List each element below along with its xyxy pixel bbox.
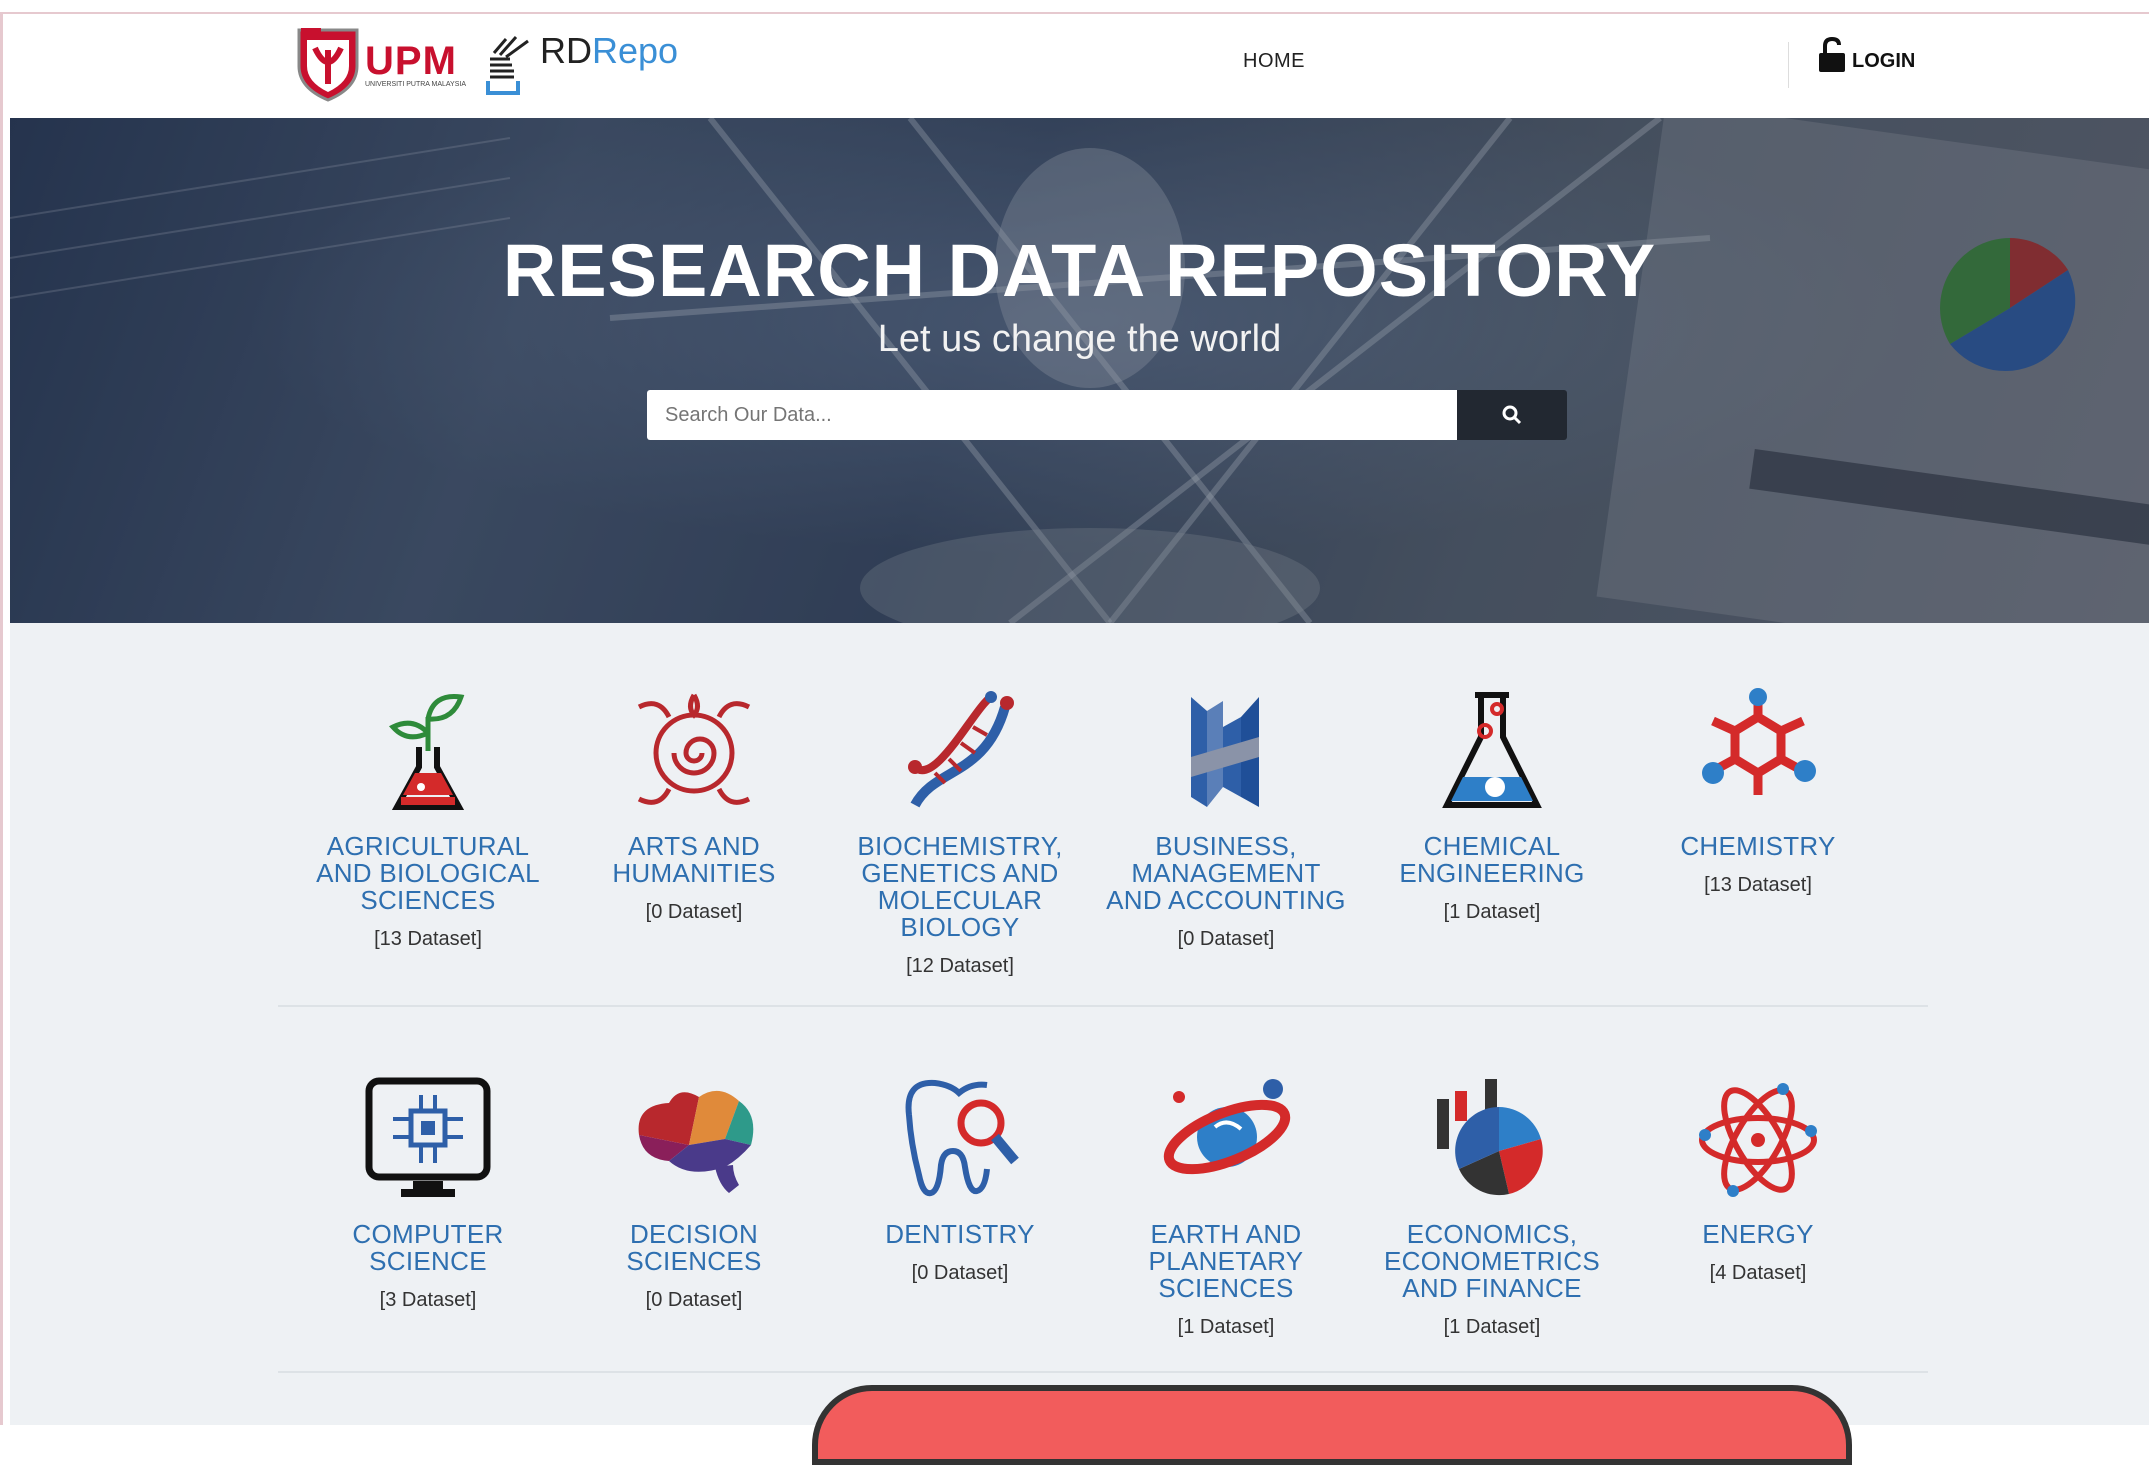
brain-icon <box>638 1090 754 1193</box>
dataset-count: [13 Dataset] <box>374 928 482 950</box>
nav-home-link[interactable]: HOME <box>1243 50 1305 73</box>
category-name-line: MOLECULAR <box>877 885 1043 915</box>
category-name-line: ENGINEERING <box>1399 858 1585 888</box>
tooth-icon <box>905 1079 1019 1197</box>
hero-title: RESEARCH DATA REPOSITORY <box>502 229 1657 312</box>
category-name-line: SCIENCES <box>360 885 496 915</box>
search-icon <box>1502 405 1522 425</box>
dataset-count: [12 Dataset] <box>906 955 1014 977</box>
search-bar <box>647 390 1567 440</box>
dataset-count: [1 Dataset] <box>1443 901 1541 923</box>
pie-bars-icon <box>1437 1079 1543 1196</box>
category-name-line: COMPUTER <box>352 1219 504 1249</box>
business-blocks-icon <box>1191 697 1259 807</box>
search-input[interactable] <box>647 390 1457 440</box>
category-decision-sciences[interactable]: DECISION SCIENCES [0 Dataset] <box>564 1075 824 1312</box>
category-chemistry[interactable]: CHEMISTRY [13 Dataset] <box>1628 687 1888 897</box>
category-name-line: CHEMISTRY <box>1680 831 1836 861</box>
nav-divider <box>1788 42 1789 88</box>
category-name-line: GENETICS AND <box>861 858 1059 888</box>
category-name-line: BIOCHEMISTRY, <box>857 831 1063 861</box>
hero-banner: RESEARCH DATA REPOSITORY Let us change t… <box>10 118 2149 623</box>
dataset-count: [1 Dataset] <box>1177 1316 1275 1338</box>
category-name-line: ECONOMICS, <box>1406 1219 1578 1249</box>
upm-wordmark: UPM <box>365 38 457 83</box>
rdrepo-wordmark: RDRepo <box>540 31 678 71</box>
computer-chip-icon <box>365 1077 491 1197</box>
flask-plant-icon <box>388 693 465 810</box>
category-computer-science[interactable]: COMPUTER SCIENCE [3 Dataset] <box>298 1075 558 1312</box>
dataset-count: [0 Dataset] <box>911 1262 1009 1284</box>
category-business[interactable]: BUSINESS, MANAGEMENT AND ACCOUNTING [0 Dat… <box>1096 687 1356 951</box>
ornament-icon <box>637 693 751 805</box>
category-name-line: AND ACCOUNTING <box>1106 885 1346 915</box>
molecule-icon <box>1702 688 1816 795</box>
row-divider <box>278 1371 1928 1373</box>
dataset-count: [3 Dataset] <box>379 1289 477 1311</box>
repo-text: Repo <box>592 30 679 71</box>
category-name-line: ENERGY <box>1702 1219 1814 1249</box>
category-name-line: AND BIOLOGICAL <box>316 858 540 888</box>
planet-icon <box>1163 1079 1291 1175</box>
rd-text: RD <box>540 30 593 71</box>
login-label: LOGIN <box>1852 50 1916 72</box>
logos: UPM UNIVERSITI PUTRA MALAYSIA RDRepo <box>295 26 678 102</box>
category-arts-humanities[interactable]: ARTS AND HUMANITIES [0 Dataset] <box>564 687 824 924</box>
category-name-line: SCIENCES <box>626 1246 762 1276</box>
row-divider <box>278 1005 1928 1007</box>
category-biochemistry[interactable]: BIOCHEMISTRY, GENETICS AND MOLECULAR BIOLOG… <box>830 687 1090 978</box>
category-name-line: AGRICULTURAL <box>326 831 530 861</box>
category-name-line: DECISION <box>629 1219 759 1249</box>
category-grid: AGRICULTURAL AND BIOLOGICAL SCIENCES [13 D… <box>10 623 2149 1425</box>
dataset-count: [0 Dataset] <box>645 1289 743 1311</box>
login-link[interactable]: LOGIN <box>1818 36 1915 73</box>
hero-overlay <box>10 118 2149 623</box>
category-earth-planetary[interactable]: EARTH AND PLANETARY SCIENCES [1 Dataset] <box>1096 1075 1356 1339</box>
upm-logo[interactable]: UPM UNIVERSITI PUTRA MALAYSIA <box>295 26 466 102</box>
dataset-count: [13 Dataset] <box>1704 874 1812 896</box>
category-chemical-engineering[interactable]: CHEMICAL ENGINEERING [1 Dataset] <box>1362 687 1622 924</box>
category-economics[interactable]: ECONOMICS, ECONOMETRICS AND FINANCE [1 Dat… <box>1362 1075 1622 1339</box>
rdrepo-logo[interactable]: RDRepo <box>484 31 678 97</box>
dna-icon <box>908 691 1014 808</box>
category-name-line: SCIENCE <box>369 1246 487 1276</box>
dataset-count: [0 Dataset] <box>645 901 743 923</box>
category-name-line: HUMANITIES <box>612 858 776 888</box>
bottom-action-button[interactable] <box>812 1385 1852 1465</box>
upm-subtitle: UNIVERSITI PUTRA MALAYSIA <box>365 80 467 88</box>
category-name-line: AND FINANCE <box>1402 1273 1582 1303</box>
category-energy[interactable]: ENERGY [4 Dataset] <box>1628 1075 1888 1285</box>
upm-crest-icon <box>297 28 359 102</box>
flask-gears-icon <box>1442 692 1542 808</box>
unlock-icon <box>1819 36 1845 72</box>
category-agricultural[interactable]: AGRICULTURAL AND BIOLOGICAL SCIENCES [13 D… <box>298 687 558 951</box>
category-name-line: CHEMICAL <box>1423 831 1561 861</box>
dataset-count: [4 Dataset] <box>1709 1262 1807 1284</box>
atom-icon <box>1699 1083 1817 1197</box>
category-name-line: BIOLOGY <box>900 912 1020 942</box>
rdrepo-lines-icon <box>486 36 529 95</box>
category-dentistry[interactable]: DENTISTRY [0 Dataset] <box>830 1075 1090 1285</box>
dataset-count: [0 Dataset] <box>1177 928 1275 950</box>
category-name-line: PLANETARY <box>1148 1246 1304 1276</box>
dataset-count: [1 Dataset] <box>1443 1316 1541 1338</box>
category-name-line: ECONOMETRICS <box>1384 1246 1600 1276</box>
category-name-line: DENTISTRY <box>885 1219 1035 1249</box>
category-name-line: BUSINESS, <box>1155 831 1297 861</box>
search-button[interactable] <box>1457 390 1567 440</box>
navbar: UPM UNIVERSITI PUTRA MALAYSIA RDRepo HOM <box>10 14 2149 118</box>
category-name-line: SCIENCES <box>1158 1273 1294 1303</box>
category-name-line: ARTS AND <box>628 831 760 861</box>
category-name-line: EARTH AND <box>1150 1219 1302 1249</box>
hero-subtitle: Let us change the world <box>877 318 1282 360</box>
category-name-line: MANAGEMENT <box>1131 858 1321 888</box>
